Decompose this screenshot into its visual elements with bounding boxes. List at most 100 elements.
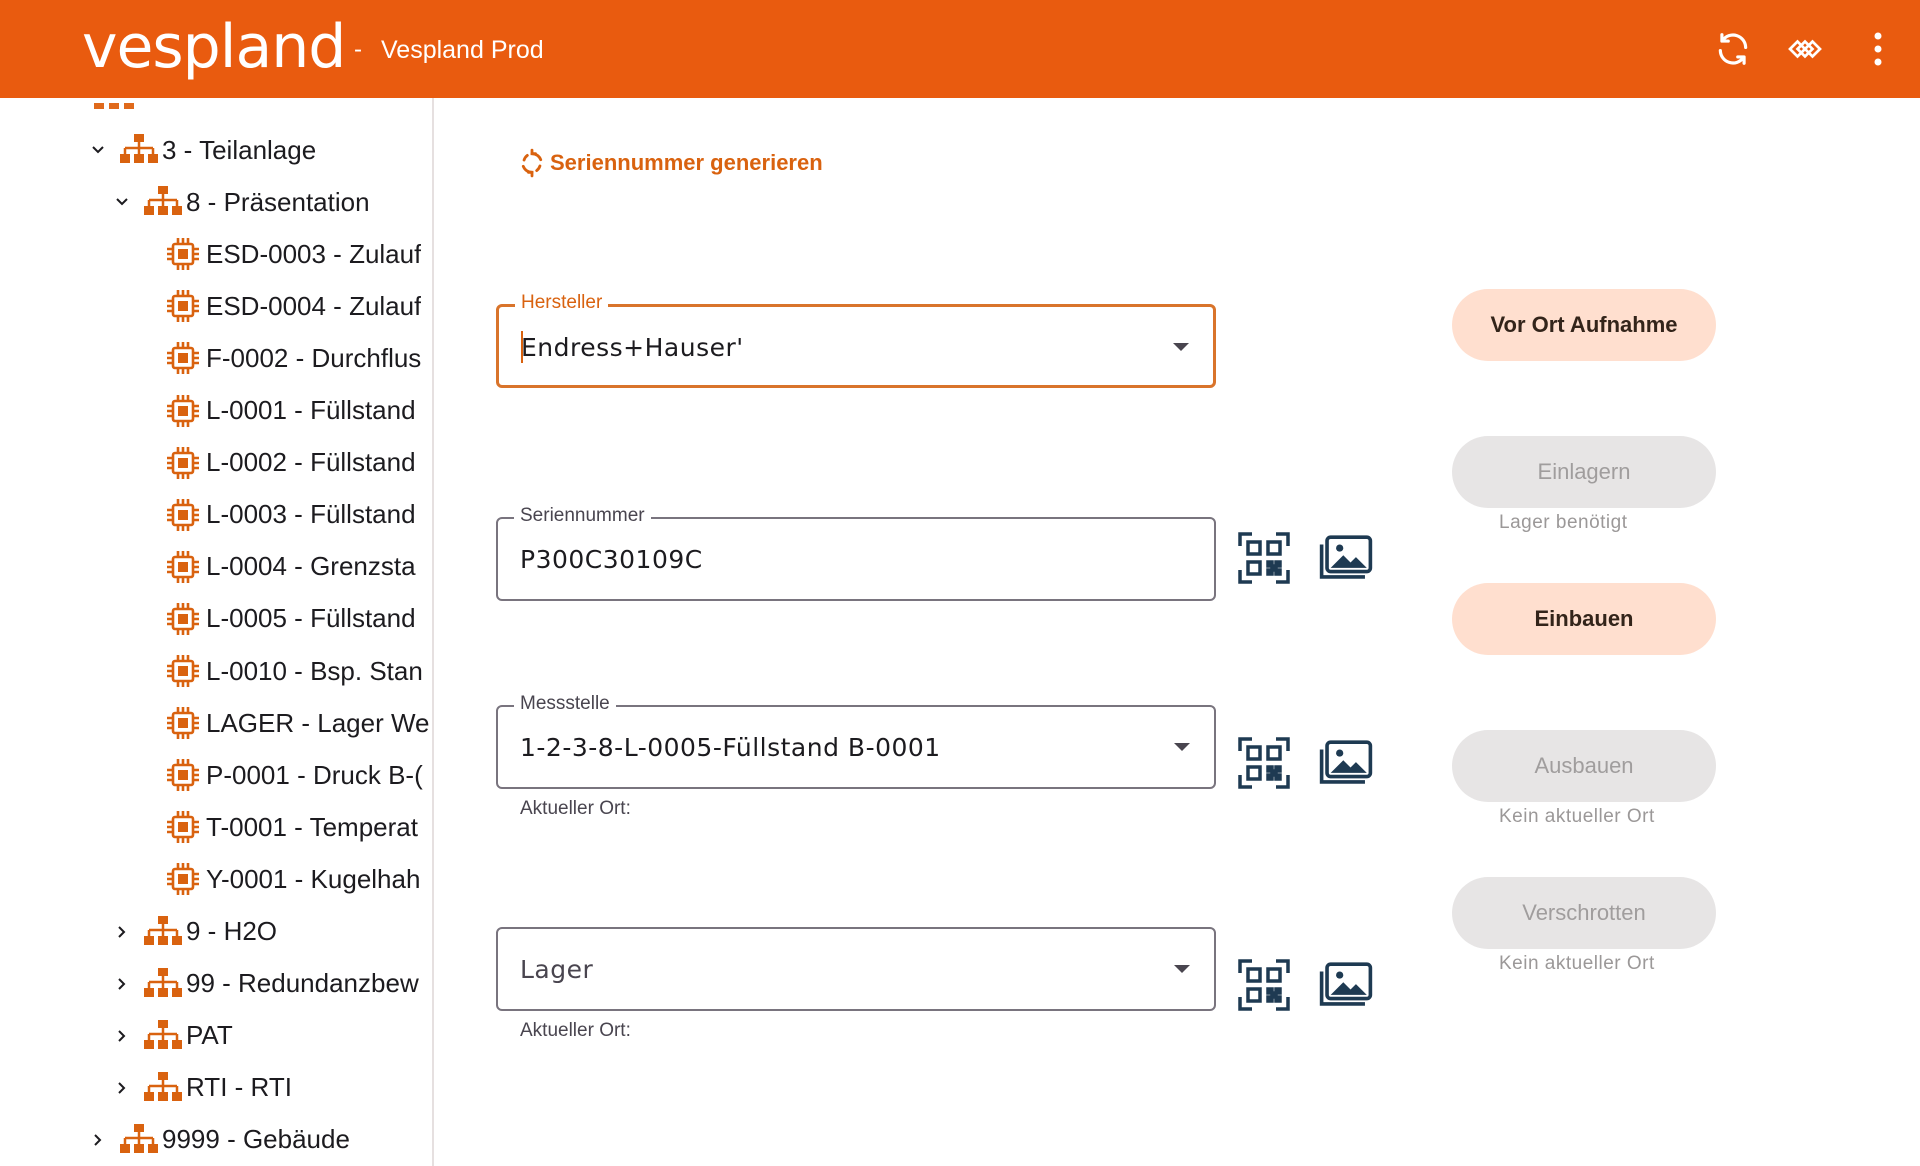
asset-tree: 3 - Teilanlage 8 - Präsentation ESD-0003 -… (0, 98, 434, 1166)
tree-item-label: LAGER - Lager We (206, 707, 430, 738)
tree-item-label: ESD-0003 - Zulauf (206, 238, 422, 269)
tree-item-label: L-0003 - Füllstand (206, 499, 416, 530)
tree-group-item[interactable]: PAT (0, 1010, 432, 1062)
hierarchy-icon (144, 966, 182, 1002)
tree-device-item[interactable]: Y-0001 - Kugelhah (0, 853, 432, 905)
tree-device-item[interactable]: P-0001 - Druck B-( (0, 749, 432, 801)
chip-icon (164, 445, 202, 481)
tree-item-label: L-0002 - Füllstand (206, 447, 416, 478)
tree-device-item[interactable]: ESD-0003 - Zulauf (0, 228, 432, 280)
chevron-right-icon[interactable] (108, 1074, 136, 1102)
sync-icon[interactable] (1784, 28, 1826, 70)
tree-item-label: Y-0001 - Kugelhah (206, 863, 421, 894)
lager-select[interactable]: Lager (496, 927, 1216, 1011)
image-icon[interactable] (1318, 735, 1374, 791)
tree-device-item[interactable]: L-0004 - Grenzsta (0, 541, 432, 593)
title-separator: - (354, 36, 362, 63)
more-vert-icon[interactable] (1857, 28, 1899, 70)
generate-serial-link[interactable]: Seriennummer generieren (518, 148, 823, 178)
tree-item-label: L-0001 - Füllstand (206, 395, 416, 425)
chip-icon (164, 393, 202, 429)
hersteller-label: Hersteller (515, 292, 609, 314)
chevron-down-icon[interactable] (84, 136, 112, 164)
autorenew-icon (521, 148, 543, 178)
messstelle-select[interactable]: Messstelle 1-2-3-8-L-0005-Füllstand B-00… (496, 693, 1216, 789)
ausbauen-hint: Kein aktueller Ort (1499, 806, 1655, 827)
vor-ort-aufnahme-button[interactable]: Vor Ort Aufnahme (1452, 289, 1716, 361)
chip-icon (164, 601, 202, 637)
tree-item-label: 9 - H2O (186, 916, 278, 946)
chip-icon (164, 236, 202, 272)
dropdown-arrow-icon[interactable] (1174, 965, 1190, 973)
tree-item-label: L-0005 - Füllstand (206, 603, 416, 634)
tree-device-item[interactable]: L-0001 - Füllstand (0, 385, 432, 437)
tree-group-item[interactable]: 8 - Präsentation (0, 176, 432, 228)
chevron-right-icon[interactable] (108, 970, 136, 998)
image-icon[interactable] (1318, 957, 1374, 1013)
seriennummer-label: Seriennummer (514, 505, 651, 527)
app-bar: vespland - Vespland Prod (0, 0, 1920, 98)
tree-device-item[interactable]: LAGER - Lager We (0, 697, 432, 749)
image-icon[interactable] (1318, 530, 1374, 586)
tree-device-item[interactable]: F-0002 - Durchflus (0, 332, 432, 384)
qr-scan-icon[interactable] (1236, 957, 1292, 1013)
chip-icon (164, 705, 202, 741)
chip-icon (164, 809, 202, 845)
tree-item-label: T-0001 - Temperat (206, 811, 418, 842)
einlagern-hint: Lager benötigt (1499, 512, 1628, 533)
lager-helper: Aktueller Ort: (520, 1020, 631, 1041)
tree-device-item[interactable]: L-0010 - Bsp. Stan (0, 645, 432, 697)
qr-scan-icon[interactable] (1236, 530, 1292, 586)
tree-group-item[interactable]: 3 - Teilanlage (0, 124, 432, 176)
seriennummer-input[interactable]: Seriennummer P300C30109C (496, 505, 1216, 601)
tree-item-label: 99 - Redundanzbew (186, 968, 419, 999)
tree-item-label: 8 - Präsentation (186, 186, 370, 217)
hersteller-value: Endress+Hauser' (521, 333, 744, 362)
tree-device-item[interactable]: L-0005 - Füllstand (0, 593, 432, 645)
tree-group-item[interactable]: 99 - Redundanzbew (0, 958, 432, 1010)
chevron-right-icon[interactable] (108, 918, 136, 946)
messstelle-helper: Aktueller Ort: (520, 798, 631, 819)
chevron-right-icon[interactable] (108, 1022, 136, 1050)
messstelle-value: 1-2-3-8-L-0005-Füllstand B-0001 (520, 733, 941, 762)
tree-item-label: P-0001 - Druck B-( (206, 759, 423, 790)
seriennummer-value: P300C30109C (520, 545, 703, 574)
chevron-down-icon[interactable] (108, 188, 136, 216)
tree-group-item[interactable]: RTI - RTI (0, 1062, 432, 1114)
qr-scan-icon[interactable] (1236, 735, 1292, 791)
hierarchy-icon (120, 1122, 158, 1158)
tree-device-item[interactable]: L-0002 - Füllstand (0, 437, 432, 489)
tree-item-label: L-0010 - Bsp. Stan (206, 655, 423, 686)
chip-icon (164, 653, 202, 689)
tree-item-label: PAT (186, 1020, 233, 1051)
hierarchy-icon (94, 98, 134, 109)
tree-device-item[interactable]: T-0001 - Temperat (0, 801, 432, 853)
einbauen-button[interactable]: Einbauen (1452, 583, 1716, 655)
hierarchy-icon (144, 1070, 182, 1106)
chip-icon (164, 861, 202, 897)
tree-device-item[interactable]: ESD-0004 - Zulauf (0, 280, 432, 332)
dropdown-arrow-icon[interactable] (1173, 343, 1189, 351)
chevron-right-icon[interactable] (84, 1126, 112, 1154)
dropdown-arrow-icon[interactable] (1174, 743, 1190, 751)
generate-serial-label: Seriennummer generieren (550, 150, 823, 175)
tree-item-label: ESD-0004 - Zulauf (206, 290, 422, 321)
chip-icon (164, 288, 202, 324)
messstelle-label: Messstelle (514, 693, 616, 715)
hersteller-select[interactable]: Hersteller Endress+Hauser' (496, 292, 1216, 388)
tree-device-item[interactable]: L-0003 - Füllstand (0, 489, 432, 541)
lager-placeholder: Lager (520, 955, 594, 984)
tree-group-item[interactable]: 9 - H2O (0, 906, 432, 958)
tree-item-label: F-0002 - Durchflus (206, 342, 422, 373)
tree-group-item[interactable]: 9999 - Gebäude (0, 1114, 432, 1166)
tree-item-label: L-0004 - Grenzsta (206, 551, 416, 582)
hierarchy-icon (144, 184, 182, 220)
verschrotten-button: Verschrotten (1452, 877, 1716, 949)
hierarchy-icon (144, 914, 182, 950)
verschrotten-hint: Kein aktueller Ort (1499, 953, 1655, 974)
environment-title: Vespland Prod (381, 36, 544, 64)
chip-icon (164, 340, 202, 376)
refresh-icon[interactable] (1712, 28, 1754, 70)
tree-item-label: 3 - Teilanlage (162, 134, 317, 165)
chip-icon (164, 757, 202, 793)
